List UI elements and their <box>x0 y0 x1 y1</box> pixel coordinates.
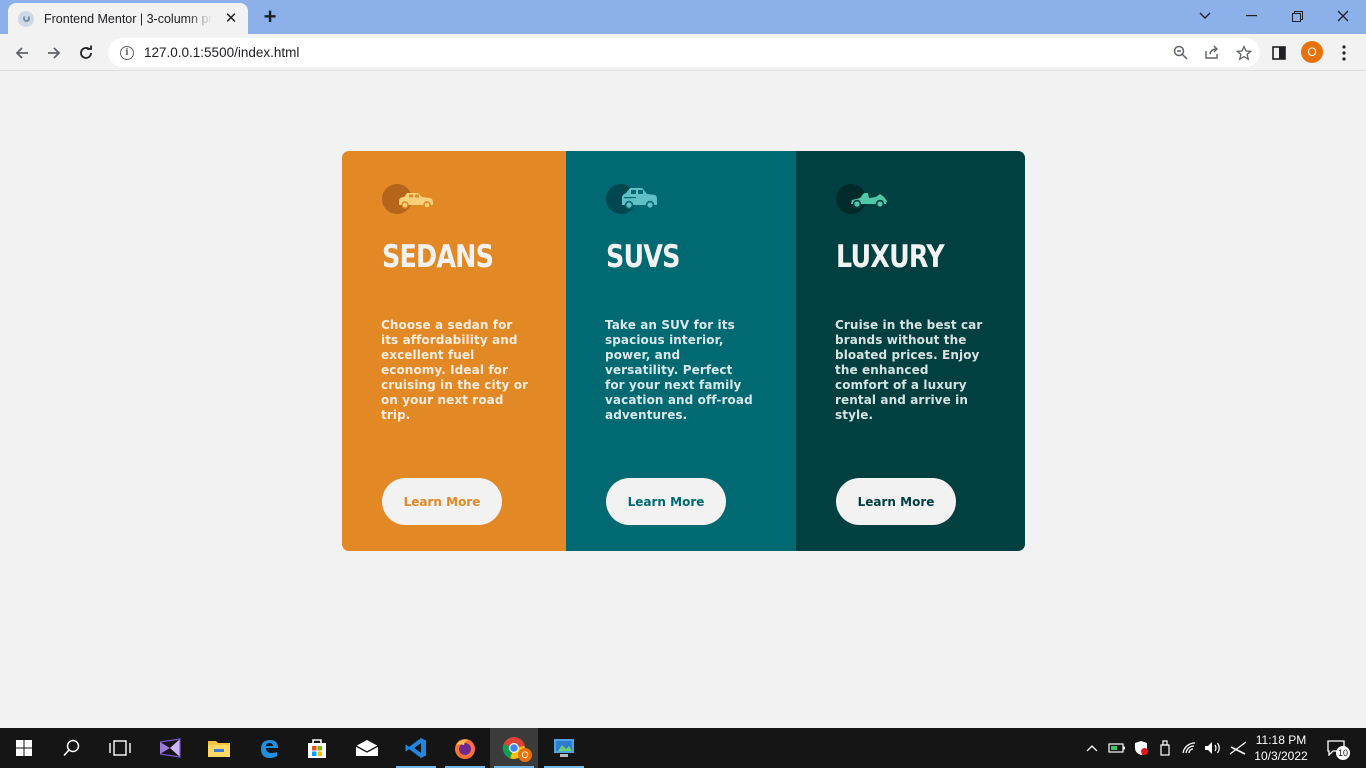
volume-icon[interactable] <box>1202 728 1224 768</box>
tab-close-icon[interactable]: ✕ <box>222 9 240 27</box>
card-suvs: SUVS Take an SUV for its spacious interi… <box>566 151 796 551</box>
sedan-car-icon <box>382 184 433 214</box>
vscode-icon[interactable] <box>392 728 440 768</box>
card-description: Cruise in the best car brands without th… <box>835 318 983 422</box>
bookmark-star-icon[interactable] <box>1228 44 1260 61</box>
browser-tab[interactable]: Frontend Mentor | 3-column preview card … <box>8 3 248 34</box>
url-text[interactable]: 127.0.0.1:5500/index.html <box>144 45 299 60</box>
restore-button[interactable] <box>1274 0 1320 32</box>
network-disconnected-icon[interactable] <box>1226 728 1250 768</box>
chrome-profile-badge: O <box>518 748 532 762</box>
share-icon[interactable] <box>1196 45 1228 60</box>
task-view-icon[interactable] <box>96 728 144 768</box>
chrome-icon[interactable]: O <box>490 728 538 768</box>
wifi-icon[interactable] <box>1178 728 1202 768</box>
notification-count-badge: 10 <box>1336 746 1351 760</box>
card-title: LUXURY <box>836 239 945 275</box>
site-info-icon[interactable]: i <box>120 45 134 60</box>
card-description: Choose a sedan for its affordability and… <box>381 318 529 422</box>
action-center-icon[interactable]: 10 <box>1320 728 1352 768</box>
new-tab-button[interactable]: + <box>258 4 282 29</box>
mail-icon[interactable] <box>343 728 391 768</box>
remote-desktop-icon[interactable] <box>540 728 588 768</box>
preview-card-component: SEDANS Choose a sedan for its affordabil… <box>342 151 1025 551</box>
battery-icon[interactable] <box>1106 728 1128 768</box>
tab-title: Frontend Mentor | 3-column preview card … <box>44 11 212 26</box>
minimize-button[interactable] <box>1228 0 1274 32</box>
card-title: SUVS <box>606 239 680 275</box>
reload-icon[interactable] <box>72 39 100 67</box>
clock-time: 11:18 PM <box>1255 733 1307 747</box>
card-luxury: LUXURY Cruise in the best car brands wit… <box>796 151 1025 551</box>
taskbar-clock[interactable]: 11:18 PM 10/3/2022 <box>1250 732 1312 764</box>
usb-device-icon[interactable] <box>1154 728 1176 768</box>
search-icon[interactable] <box>48 728 96 768</box>
learn-more-button[interactable]: Learn More <box>836 478 956 525</box>
tab-search-button[interactable] <box>1182 0 1228 32</box>
learn-more-button[interactable]: Learn More <box>606 478 726 525</box>
file-explorer-icon[interactable] <box>195 728 243 768</box>
card-title: SEDANS <box>382 239 494 275</box>
browser-tab-strip: Frontend Mentor | 3-column preview card … <box>0 0 1366 34</box>
address-bar[interactable]: i 127.0.0.1:5500/index.html <box>108 38 1260 67</box>
security-shield-icon[interactable] <box>1130 728 1152 768</box>
luxury-car-icon <box>836 184 887 214</box>
forward-icon[interactable] <box>40 39 68 67</box>
windows-start-icon[interactable] <box>0 728 48 768</box>
store-icon[interactable] <box>293 728 341 768</box>
close-window-button[interactable] <box>1320 0 1366 32</box>
show-hidden-icons-icon[interactable] <box>1082 728 1102 768</box>
clock-date: 10/3/2022 <box>1254 749 1308 763</box>
learn-more-button[interactable]: Learn More <box>382 478 502 525</box>
card-description: Take an SUV for its spacious interior, p… <box>605 318 753 422</box>
windows-taskbar: O 11:18 PM 10/3/2022 10 <box>0 728 1366 768</box>
card-sedans: SEDANS Choose a sedan for its affordabil… <box>342 151 566 551</box>
edge-browser-icon[interactable] <box>245 728 293 768</box>
kebab-menu-icon[interactable] <box>1331 40 1357 66</box>
profile-avatar[interactable]: O <box>1301 41 1323 63</box>
suv-car-icon <box>606 184 657 214</box>
zoom-icon[interactable] <box>1164 45 1196 60</box>
visual-studio-icon[interactable] <box>146 728 194 768</box>
back-icon[interactable] <box>8 39 36 67</box>
tab-favicon-icon <box>18 10 34 27</box>
firefox-icon[interactable] <box>441 728 489 768</box>
browser-toolbar: i 127.0.0.1:5500/index.html <box>0 34 1366 71</box>
side-panel-icon[interactable] <box>1266 40 1292 66</box>
